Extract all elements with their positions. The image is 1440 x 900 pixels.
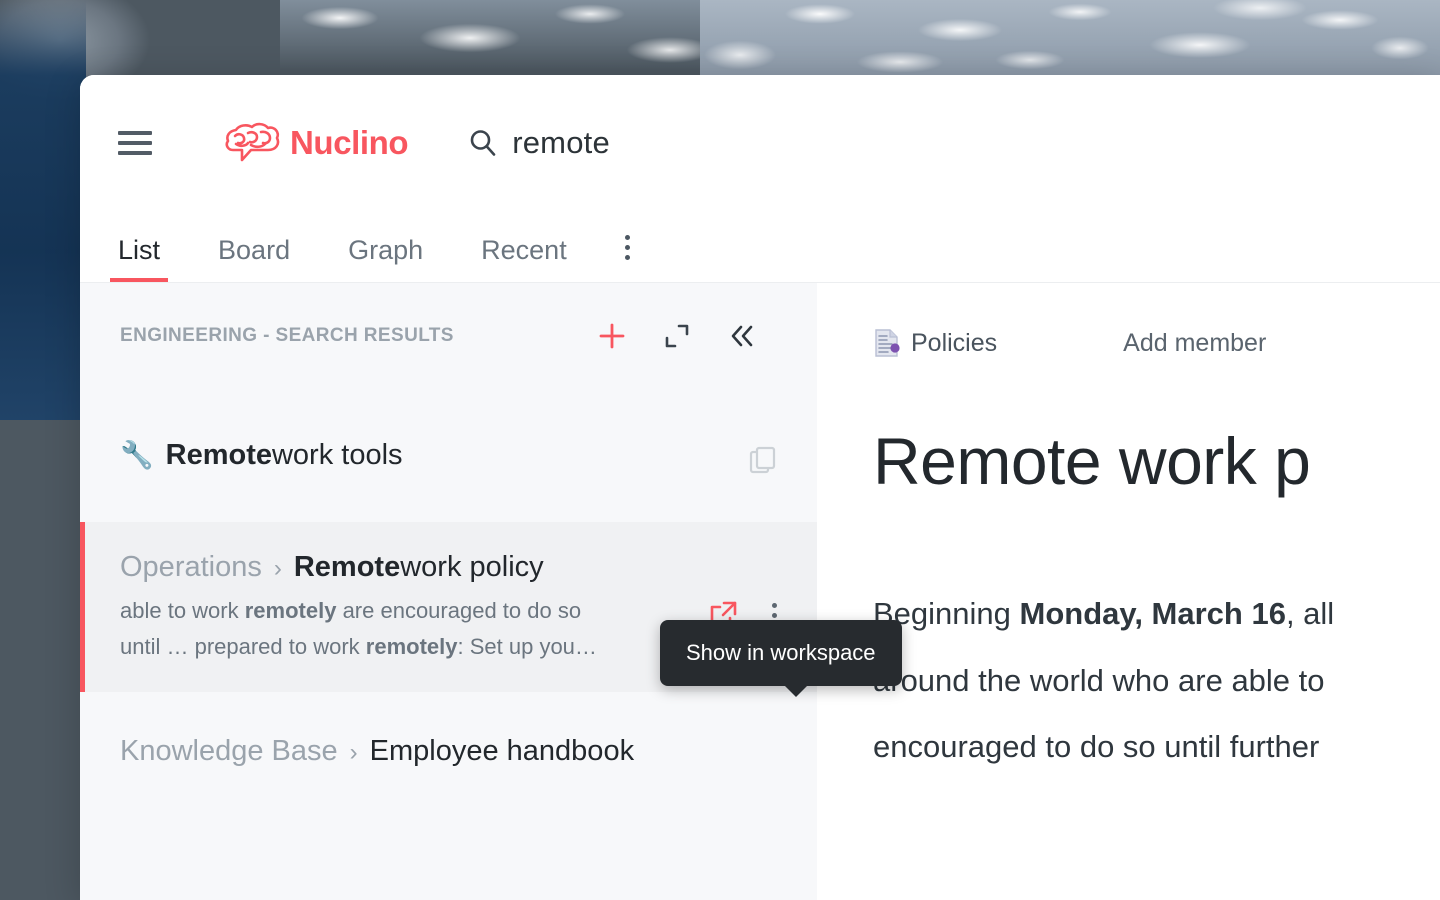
breadcrumb-separator-icon: ›	[273, 555, 282, 582]
tab-recent[interactable]: Recent	[481, 235, 567, 282]
snippet-text: : Set up you…	[457, 633, 597, 659]
snippet-match: remotely	[365, 633, 458, 659]
search-input[interactable]: remote	[468, 125, 610, 161]
app-window: Nuclino remote List Board Graph Recent E…	[80, 75, 1440, 900]
workspace-body: ENGINEERING - SEARCH RESULTS 🔧 Remote wo…	[80, 283, 1440, 900]
background-foam-secondary	[280, 0, 710, 70]
snippet-text: able to work	[120, 598, 245, 624]
result-snippet-line-2: until … prepared to work remotely: Set u…	[120, 629, 708, 665]
search-result-item[interactable]: 🔧 Remote work tools	[80, 388, 817, 522]
result-title: Knowledge Base › Employee handbook	[120, 732, 777, 771]
result-actions	[749, 436, 777, 476]
result-actions	[708, 548, 777, 630]
snippet-text: are encouraged to do so	[336, 598, 582, 624]
document-paragraph-line-2: around the world who are able to	[873, 662, 1325, 698]
hamburger-line	[118, 130, 152, 135]
search-results-sidebar: ENGINEERING - SEARCH RESULTS 🔧 Remote wo…	[80, 283, 817, 900]
snippet-match: remotely	[244, 598, 337, 624]
dot	[624, 245, 630, 250]
document-paragraph-line-3: encouraged to do so until further	[873, 729, 1320, 765]
brain-speech-bubble-icon	[225, 122, 280, 161]
search-value: remote	[512, 124, 610, 160]
expand-corners-icon	[665, 324, 689, 347]
tooltip: Show in workspace	[660, 620, 902, 697]
sidebar-header: ENGINEERING - SEARCH RESULTS	[80, 283, 817, 388]
expand-button[interactable]	[663, 322, 691, 350]
background-foam-photo	[700, 0, 1440, 78]
collection-label: Policies	[911, 328, 998, 357]
result-title-rest: Employee handbook	[369, 735, 635, 768]
body-bold-date: Monday, March 16	[1019, 596, 1286, 631]
brand-logo[interactable]: Nuclino	[224, 120, 409, 166]
document-paragraph-line-1: Beginning Monday, March 16, all	[873, 581, 1440, 648]
result-breadcrumb: Operations	[120, 551, 262, 583]
result-title: 🔧 Remote work tools	[120, 436, 749, 475]
result-title: Operations › Remote work policy	[120, 548, 708, 587]
add-item-button[interactable]	[597, 321, 627, 351]
tab-board[interactable]: Board	[218, 235, 290, 282]
result-title-match: Remote	[293, 551, 401, 583]
document-panel: Policies Add member Remote work p Beginn…	[817, 283, 1440, 900]
tab-list[interactable]: List	[109, 235, 169, 282]
result-breadcrumb: Knowledge Base	[120, 735, 338, 768]
wrench-icon: 🔧	[120, 440, 154, 470]
top-bar: Nuclino remote	[80, 75, 1440, 210]
background-sea-photo	[0, 0, 86, 420]
document-body[interactable]: Beginning Monday, March 16, all around t…	[873, 581, 1440, 781]
document-meta-bar: Policies Add member	[873, 323, 1440, 363]
hamburger-line	[118, 140, 152, 145]
tooltip-text: Show in workspace	[686, 640, 876, 665]
dot	[624, 255, 630, 260]
result-title-match: Remote	[165, 439, 272, 471]
search-icon	[470, 129, 496, 156]
brand-name: Nuclino	[290, 123, 409, 161]
collapse-sidebar-button[interactable]	[727, 321, 757, 351]
dot	[624, 235, 630, 240]
hamburger-menu-icon[interactable]	[118, 130, 152, 155]
plus-icon	[599, 323, 625, 348]
collection-link[interactable]: Policies	[873, 328, 997, 358]
dot	[772, 602, 777, 608]
add-member-button[interactable]: Add member	[1123, 329, 1266, 358]
sidebar-title: ENGINEERING - SEARCH RESULTS	[120, 324, 454, 346]
chevron-double-left-icon	[731, 325, 753, 346]
result-title-rest: work tools	[271, 439, 403, 471]
breadcrumb-separator-icon: ›	[349, 739, 358, 767]
hamburger-line	[118, 150, 152, 155]
document-title: Remote work p	[873, 424, 1311, 498]
overflow-menu-icon[interactable]	[624, 235, 630, 282]
document-page-icon	[875, 329, 900, 357]
result-snippet-line-1: able to work remotely are encouraged to …	[120, 593, 708, 629]
snippet-text: until … prepared to work	[120, 633, 366, 659]
dot	[772, 612, 777, 618]
result-title-rest: work policy	[400, 551, 544, 583]
tab-graph[interactable]: Graph	[348, 235, 423, 282]
body-text: , all	[1285, 596, 1335, 631]
search-result-item[interactable]: Knowledge Base › Employee handbook	[80, 692, 817, 793]
view-tabs: List Board Graph Recent	[80, 210, 1440, 283]
copy-duplicate-icon[interactable]	[749, 446, 777, 476]
